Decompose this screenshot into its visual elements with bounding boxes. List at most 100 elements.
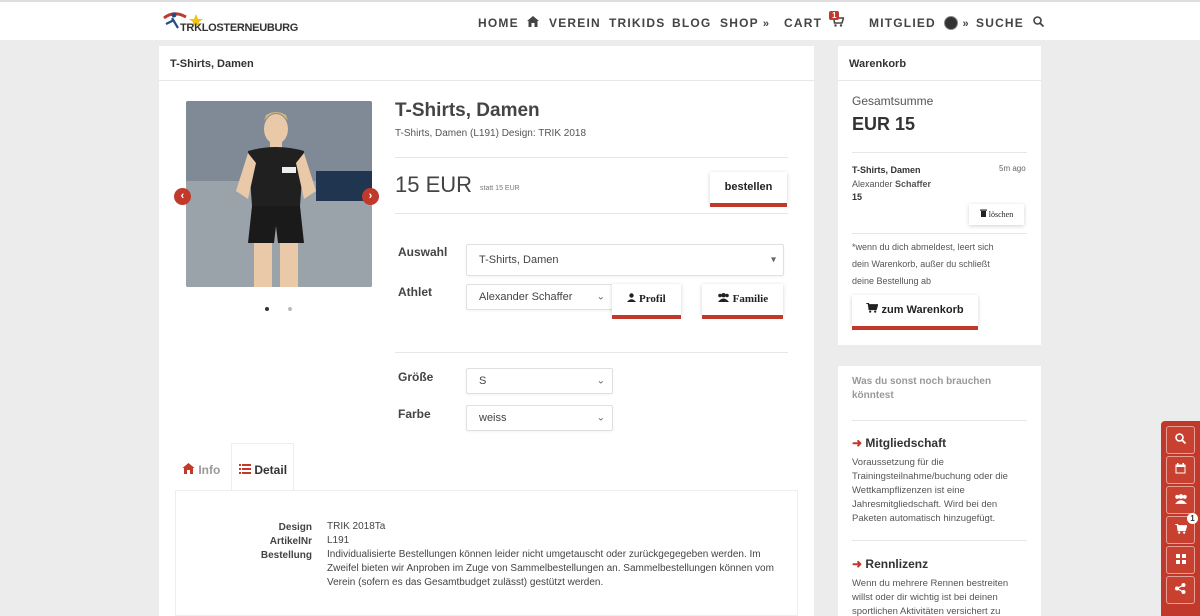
cart-item-athlete: Alexander Schaffer [852,177,931,191]
suggestion-text: Voraussetzung für die Trainingsteilnahme… [852,457,1008,524]
tab-info[interactable]: Info [182,463,220,477]
calendar-tool-button[interactable] [1166,456,1195,484]
athlet-value: Alexander Schaffer [479,291,573,303]
search-tool-button[interactable] [1166,426,1195,454]
button-underline [852,326,978,330]
home-icon [527,16,540,30]
site-logo[interactable]: TRKLOSTERNEUBURG [160,8,298,36]
nav-mitglied[interactable]: MITGLIED » [869,16,970,30]
users-icon [1174,493,1188,507]
farbe-label: Farbe [398,407,431,421]
nav-home[interactable]: HOME [478,16,540,30]
nav-suche-label: SUCHE [976,16,1025,30]
order-button[interactable]: bestellen [710,172,787,207]
cart-panel-header: Warenkorb [838,46,1041,81]
arrow-right-icon: ➜ [852,557,863,571]
nav-blog[interactable]: BLOG [672,16,711,30]
product-photo-athlete [186,101,372,287]
list-icon [239,463,254,477]
suggestion-title: Rennlizenz [865,557,929,571]
cart-tool-button[interactable]: 1 [1166,513,1198,544]
members-tool-button[interactable] [1166,486,1195,514]
divider [395,352,788,353]
suggestion-mitgliedschaft[interactable]: ➜ Mitgliedschaft [852,435,946,451]
nav-cart[interactable]: CART 1 [784,11,845,30]
carousel-dot-2[interactable] [288,307,292,311]
button-underline [612,315,681,319]
divider [395,213,788,214]
groesse-select[interactable]: S ⌄ [466,368,613,394]
auswahl-select[interactable]: T-Shirts, Damen ▾ [466,244,784,276]
cart-item-price: 15 [852,192,863,202]
carousel-dot-1[interactable] [265,307,269,311]
user-icon [627,293,639,305]
nav-trikids[interactable]: TRIKIDS [609,16,665,30]
divider [395,157,788,158]
suggestion-text: Wenn du mehrere Rennen bestreiten willst… [852,578,1009,616]
delete-item-button[interactable]: löschen [969,204,1024,225]
cart-count-badge: 1 [829,11,840,20]
profil-button-label: Profil [639,293,666,305]
chevron-double-down-icon: » [962,18,970,30]
carousel-prev-button[interactable]: ‹ [174,188,191,205]
nav-cart-label: CART [784,16,823,30]
nav-shop[interactable]: SHOP» [720,16,770,30]
nav-suche[interactable]: SUCHE [976,16,1044,30]
cart-item-title: T-Shirts, Damen [852,165,921,175]
nav-home-label: HOME [478,16,519,30]
profil-button[interactable]: Profil [612,284,681,319]
suggestion-title: Mitgliedschaft [865,436,947,450]
tab-detail[interactable]: Detail [239,463,287,477]
product-price: 15 EUR [395,172,473,197]
search-icon [1032,16,1044,30]
cart-total-value: EUR 15 [852,114,916,134]
cart-tool-badge: 1 [1187,513,1198,524]
farbe-value: weiss [479,412,507,424]
suggestions-heading: Was du sonst noch brauchen könntest [852,376,992,401]
tab-info-label: Info [198,463,221,477]
chevron-down-icon: ⌄ [596,412,605,424]
divider [852,540,1027,541]
chevron-down-icon: ⌄ [596,291,605,303]
cart-icon [1174,523,1187,537]
carousel-next-button[interactable]: › [362,188,379,205]
arrow-right-icon: › [368,190,373,202]
nav-mitglied-label: MITGLIED [869,16,936,30]
divider [852,152,1027,153]
athlet-select[interactable]: Alexander Schaffer ⌄ [466,284,613,310]
familie-button-label: Familie [732,293,769,305]
product-panel-header: T-Shirts, Damen [159,46,814,81]
home-icon [182,463,198,477]
product-price-note: statt 15 EUR [480,185,520,192]
suggestion-rennlizenz[interactable]: ➜ Rennlizenz [852,556,928,572]
cart-item-time: 5m ago [999,164,1026,173]
auswahl-value: T-Shirts, Damen [479,254,559,266]
cart-total-label: Gesamtsumme [852,94,934,108]
nav-verein[interactable]: VEREIN [549,16,601,30]
to-cart-button[interactable]: zum Warenkorb [852,295,978,330]
cart-item-athlete-first: Alexander [852,179,893,189]
product-image[interactable] [186,101,372,287]
familie-button[interactable]: Familie [702,284,783,319]
share-tool-button[interactable] [1166,576,1195,604]
bestellung-value: Individualisierte Bestellungen können le… [327,549,774,588]
search-icon [1175,433,1187,447]
to-cart-button-label: zum Warenkorb [881,304,964,316]
grid-icon [1175,553,1186,567]
users-icon [717,293,733,305]
chevron-double-down-icon: » [762,18,771,30]
arrow-right-icon: ➜ [852,436,863,450]
dropdown-triangle-icon: ▾ [770,254,776,266]
groesse-value: S [479,375,487,387]
design-label: Design [278,522,312,533]
cart-icon [866,302,881,316]
button-underline [710,203,787,207]
chevron-down-icon: ⌄ [596,375,605,387]
artikel-label: ArtikelNr [269,536,312,547]
product-title: T-Shirts, Damen [395,100,540,121]
farbe-select[interactable]: weiss ⌄ [466,405,613,431]
logo-text: TRKLOSTERNEUBURG [180,22,299,34]
cart-item-athlete-last: Schaffer [895,179,932,189]
grid-tool-button[interactable] [1166,546,1195,574]
tab-detail-label: Detail [254,463,288,477]
